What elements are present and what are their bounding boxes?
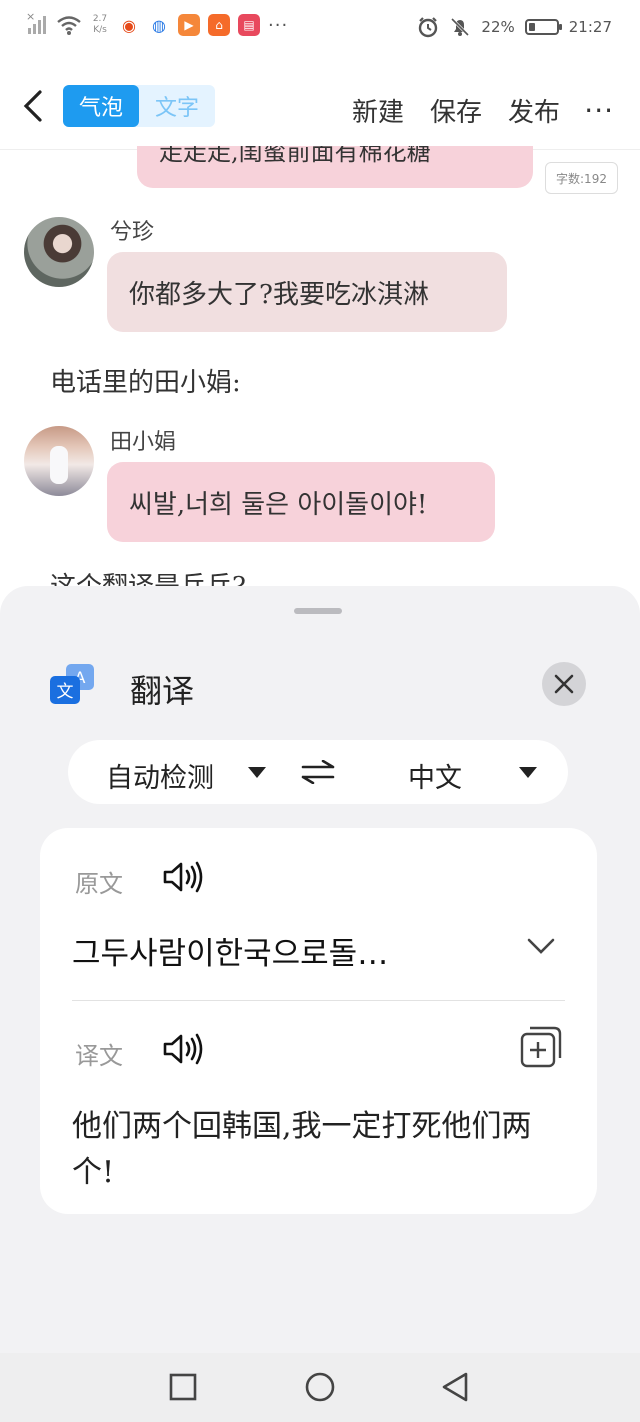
save-button[interactable]: 保存 (430, 92, 482, 129)
close-button[interactable] (542, 662, 586, 706)
wifi-icon (57, 16, 81, 35)
chevron-down-icon[interactable] (526, 936, 556, 956)
previous-message-bubble[interactable]: 走走走,闺蜜前面有棉花糖 (137, 146, 533, 188)
language-selector: 自动检测 中文 (68, 740, 568, 804)
alarm-icon (419, 17, 438, 38)
tab-text[interactable]: 文字 (139, 85, 215, 127)
notes-app-icon: ▤ (238, 14, 260, 36)
system-nav-bar (0, 1353, 640, 1422)
target-language-select[interactable]: 中文 (408, 756, 462, 795)
drag-handle[interactable] (294, 608, 342, 614)
word-count-badge: 字数:192 (545, 162, 618, 194)
close-icon (554, 674, 574, 694)
speaker-name: 兮珍 (110, 220, 155, 245)
message-bubble[interactable]: 씨발,너희 둘은 아이돌이야! (107, 462, 495, 542)
original-label: 原文 (75, 870, 123, 898)
translation-result[interactable]: 他们两个回韩国,我一定打死他们两个! (72, 1104, 572, 1196)
dropdown-caret-icon[interactable] (519, 767, 537, 778)
home-app-icon: ⌂ (208, 14, 230, 36)
translate-icon: A 文 (50, 664, 94, 704)
mode-toggle: 气泡 文字 (63, 85, 215, 127)
avatar[interactable] (24, 217, 94, 287)
swap-languages-icon[interactable] (301, 760, 335, 784)
network-speed: 2.7 K/s (92, 14, 108, 35)
original-text[interactable]: 그두사람이한국으로돌… (72, 928, 502, 973)
battery-icon (524, 19, 562, 35)
translation-card: 原文 그두사람이한국으로돌… 译文 他们两个回韩国,我一定打死他们两个! (40, 828, 597, 1214)
status-right: 22% 21:27 (417, 16, 612, 38)
divider (72, 1000, 565, 1001)
tab-bubble[interactable]: 气泡 (63, 85, 139, 127)
speaker-icon[interactable] (162, 860, 206, 894)
message-bubble[interactable]: 你都多大了?我要吃冰淇淋 (107, 252, 507, 332)
signal-icon: × (26, 10, 48, 36)
back-arrow-icon[interactable] (18, 86, 48, 126)
speaker-icon[interactable] (162, 1032, 206, 1066)
speaker-name: 田小娟 (110, 430, 177, 455)
weibo-icon: ◉ (118, 14, 140, 36)
previous-message-text: 走走走,闺蜜前面有棉花糖 (159, 146, 431, 166)
dropdown-caret-icon[interactable] (248, 767, 266, 778)
more-icon[interactable]: ··· (584, 94, 614, 127)
translate-title: 翻译 (130, 672, 195, 710)
battery-percent: 22% (481, 18, 515, 36)
status-left: × 2.7 K/s ◉ ◍ ▶ ⌂ ▤ ··· (26, 10, 289, 36)
translate-sheet: A 文 翻译 自动检测 中文 原文 그두사람이한국으로돌… 译文 他们两个回韩国… (0, 586, 640, 1353)
copy-insert-icon[interactable] (520, 1026, 562, 1068)
browser-icon: ◍ (148, 14, 170, 36)
video-app-icon: ▶ (178, 14, 200, 36)
new-button[interactable]: 新建 (352, 92, 404, 129)
svg-text:文: 文 (57, 682, 74, 702)
clock: 21:27 (568, 18, 612, 36)
status-bar: × 2.7 K/s ◉ ◍ ▶ ⌂ ▤ ··· 22% 21:27 (0, 0, 640, 60)
top-nav: 气泡 文字 新建 保存 发布 ··· (0, 70, 640, 150)
recent-apps-icon[interactable] (167, 1371, 199, 1403)
battery-fill (528, 23, 535, 31)
mute-bell-icon (451, 17, 470, 37)
nav-actions: 新建 保存 发布 (352, 92, 560, 129)
more-notifications-icon: ··· (268, 14, 289, 36)
home-icon[interactable] (304, 1371, 336, 1403)
translation-label: 译文 (75, 1042, 123, 1070)
source-language-select[interactable]: 自动检测 (106, 756, 214, 795)
avatar[interactable] (24, 426, 94, 496)
narration-text[interactable]: 电话里的田小娟: (50, 362, 241, 399)
back-nav-icon[interactable] (440, 1371, 472, 1403)
publish-button[interactable]: 发布 (508, 92, 560, 129)
